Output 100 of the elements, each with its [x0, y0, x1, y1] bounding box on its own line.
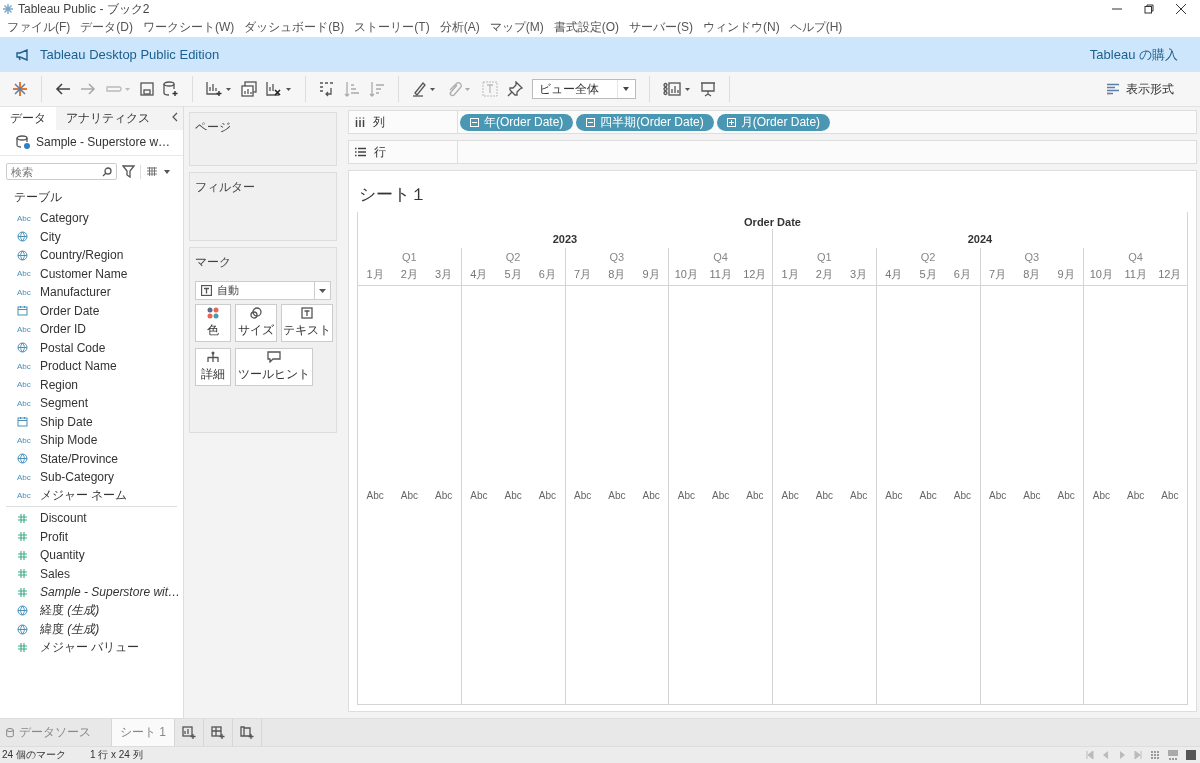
filmstrip-view-icon[interactable]	[1168, 750, 1178, 760]
back-arrow-icon[interactable]	[55, 82, 71, 96]
month-header: 5月	[503, 267, 523, 282]
panel-tab[interactable]: アナリティクス	[56, 107, 160, 130]
paperclip-icon[interactable]	[447, 81, 473, 97]
size-circles-icon	[250, 307, 262, 319]
mark-property-button[interactable]: 詳細	[195, 348, 231, 386]
table-cell-text: Abc	[814, 489, 834, 501]
dimension-field[interactable]: Region	[40, 377, 79, 392]
measure-field[interactable]: Discount	[40, 511, 87, 526]
string-type-icon: Abc	[17, 213, 40, 223]
grid-view-icon[interactable]	[1150, 750, 1160, 760]
shelf-label: 行	[374, 143, 386, 161]
dimension-field[interactable]: State/Province	[40, 451, 119, 466]
presentation-icon[interactable]	[700, 81, 716, 97]
month-header: 4月	[469, 267, 489, 282]
measure-field[interactable]: Sales	[40, 566, 71, 581]
highlighter-icon[interactable]	[412, 81, 438, 97]
datasource-icon	[16, 135, 30, 149]
mark-property-button[interactable]: テキスト	[281, 304, 333, 342]
string-type-icon: Abc	[17, 324, 40, 334]
string-type-icon: Abc	[17, 398, 40, 408]
mark-property-button[interactable]: ツールヒント	[235, 348, 313, 386]
section-heading: テーブル	[13, 189, 63, 206]
purchase-link[interactable]: Tableau の購入	[1089, 45, 1186, 64]
show-me-icon[interactable]	[663, 81, 691, 97]
dimension-field[interactable]: Ship Date	[40, 414, 93, 429]
format-button[interactable]: 表示形式	[1100, 79, 1180, 99]
dimension-field[interactable]: Customer Name	[40, 266, 128, 281]
dimension-field[interactable]: Product Name	[40, 359, 117, 374]
menu-item[interactable]: ストーリー(T)	[354, 19, 430, 36]
menu-item[interactable]: 分析(A)	[439, 19, 480, 36]
hash-icon	[17, 531, 28, 543]
dimension-field[interactable]: Segment	[40, 396, 89, 411]
dimension-field[interactable]: Postal Code	[40, 340, 106, 355]
table-cell-text: Abc	[711, 489, 731, 501]
dimension-field[interactable]: Ship Mode	[40, 433, 98, 448]
measure-field[interactable]: メジャー バリュー	[40, 639, 140, 657]
globe-icon	[17, 342, 28, 354]
month-header: 11月	[708, 267, 733, 282]
shelf-label: 列	[373, 113, 385, 131]
save-icon[interactable]	[140, 82, 154, 96]
view-grid-icon[interactable]	[146, 166, 172, 177]
new-worksheet-icon[interactable]	[206, 81, 232, 97]
quarter-header: Q4	[1127, 250, 1144, 265]
string-type-icon: Abc	[17, 472, 40, 482]
menu-item[interactable]: ダッシュボード(B)	[244, 19, 345, 36]
tableau-logo-icon[interactable]	[12, 81, 28, 97]
mark-property-button[interactable]: 色	[195, 304, 231, 342]
table-cell-text: Abc	[918, 489, 938, 501]
sheet-tab[interactable]: シート 1	[112, 719, 175, 746]
menu-item[interactable]: サーバー(S)	[629, 19, 693, 36]
collapse-chevron-icon[interactable]	[172, 112, 178, 122]
duplicate-sheet-icon[interactable]	[241, 81, 257, 97]
menu-item[interactable]: ヘルプ(H)	[789, 19, 843, 36]
panel-tab[interactable]: データ	[0, 107, 56, 130]
measure-field[interactable]: 緯度 (生成)	[40, 620, 100, 638]
menu-item[interactable]: マップ(M)	[489, 19, 544, 36]
measure-field[interactable]: 経度 (生成)	[40, 602, 100, 620]
datasource-name[interactable]: Sample - Superstore w…	[36, 135, 171, 149]
quarter-header: Q4	[712, 250, 729, 265]
menu-item[interactable]: データ(D)	[80, 19, 133, 36]
dimension-field[interactable]: Country/Region	[40, 248, 124, 263]
calendar-icon	[17, 305, 28, 317]
view-size-dropdown[interactable]: ビュー全体	[532, 79, 636, 99]
measure-field[interactable]: Profit	[40, 529, 68, 544]
swap-axes-icon[interactable]	[319, 81, 335, 97]
menu-item[interactable]: ウィンドウ(N)	[703, 19, 780, 36]
search-icon	[102, 167, 112, 177]
menu-item[interactable]: ファイル(F)	[7, 19, 71, 36]
menu-item[interactable]: ワークシート(W)	[143, 19, 235, 36]
filter-icon[interactable]	[122, 165, 135, 178]
dimension-field[interactable]: Order Date	[40, 303, 100, 318]
dimension-field[interactable]: Manufacturer	[40, 285, 111, 300]
measure-field[interactable]: Quantity	[40, 548, 85, 563]
sheet-title: シート１	[358, 184, 428, 206]
menu-item[interactable]: 書式設定(O)	[553, 19, 619, 36]
dimension-field[interactable]: City	[40, 229, 61, 244]
add-datasource-icon[interactable]	[163, 81, 179, 97]
dimension-field[interactable]: メジャー ネーム	[40, 487, 128, 505]
string-type-icon: Abc	[17, 287, 40, 297]
measure-field[interactable]: Sample - Superstore wit…	[40, 585, 181, 600]
table-cell-text: Abc	[1091, 489, 1111, 501]
table-cell-text: Abc	[849, 489, 869, 501]
close-icon[interactable]	[1176, 4, 1186, 14]
month-header: 6月	[952, 267, 972, 282]
month-header: 9月	[1056, 267, 1076, 282]
year-header: 2024	[966, 232, 994, 247]
pin-icon[interactable]	[507, 81, 523, 97]
restore-icon[interactable]	[1144, 4, 1154, 14]
month-header: 12月	[1157, 267, 1183, 282]
dimension-field[interactable]: Category	[40, 211, 89, 226]
string-type-icon: Abc	[17, 380, 40, 390]
year-header: 2023	[551, 232, 579, 247]
search-field[interactable]: 検索	[6, 163, 117, 180]
dimension-field[interactable]: Sub-Category	[40, 470, 115, 485]
clear-sheet-icon[interactable]	[266, 81, 292, 97]
mark-type-dropdown[interactable]: 自動	[195, 281, 331, 300]
dimension-field[interactable]: Order ID	[40, 322, 86, 337]
mark-property-button[interactable]: サイズ	[235, 304, 277, 342]
